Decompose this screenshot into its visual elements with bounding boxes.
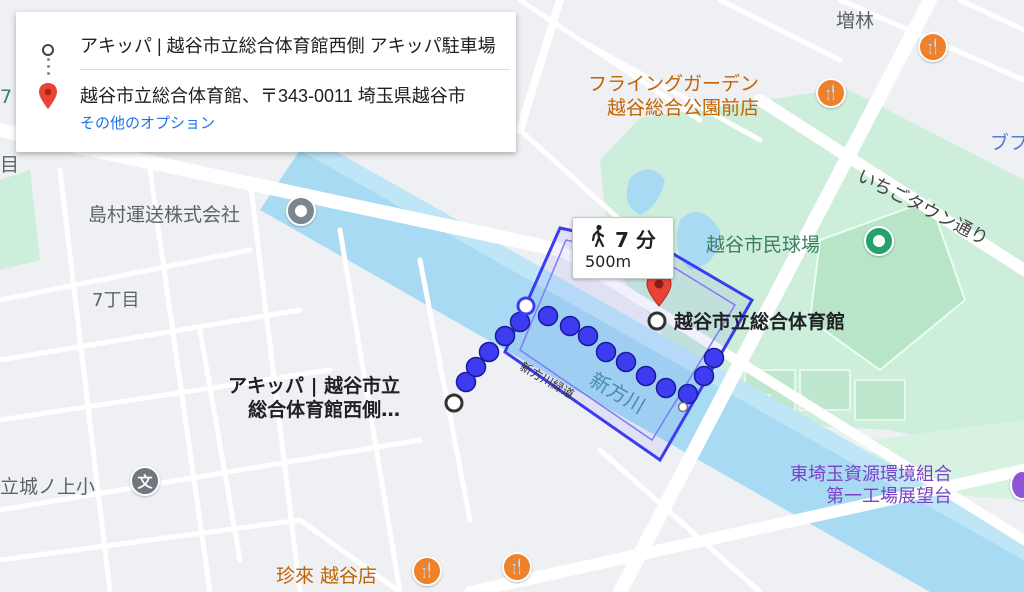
destination-pin-icon xyxy=(39,83,57,109)
route-dot xyxy=(703,347,725,369)
restaurant-icon-chinrai[interactable]: 🍴 xyxy=(412,556,442,586)
separator-dot xyxy=(47,58,50,61)
route-waypoint xyxy=(677,401,689,413)
route-dot xyxy=(693,365,715,387)
more-options-link[interactable]: その他のオプション xyxy=(80,112,215,133)
route-dot xyxy=(559,315,581,337)
area-label-masubayashi: 増林 xyxy=(836,10,875,32)
poi-flying-garden-line2: 越谷総合公園前店 xyxy=(607,97,760,119)
separator-dot xyxy=(47,65,50,68)
destination-marker-label[interactable]: 越谷市立総合体育館 xyxy=(674,307,845,334)
poi-school[interactable]: 立城ノ上小 xyxy=(0,472,95,499)
poi-chinrai[interactable]: 珍來 越谷店 xyxy=(276,564,377,588)
route-distance: 500m xyxy=(585,252,632,271)
origin-field[interactable]: アキッパ | 越谷市立総合体育館西側 アキッパ駐車場 xyxy=(80,32,500,60)
area-label-7chome: 7丁目 xyxy=(92,290,140,311)
school-pin-icon[interactable]: 文 xyxy=(130,466,160,496)
directions-card: アキッパ | 越谷市立総合体育館西側 アキッパ駐車場 越谷市立総合体育館、〒34… xyxy=(16,12,516,152)
destination-row[interactable]: 越谷市立総合体育館、〒343-0011 埼玉県越谷市 xyxy=(16,82,516,112)
route-dot xyxy=(537,305,559,327)
route-dot xyxy=(494,325,516,347)
park-area-small xyxy=(0,170,40,270)
route-dot xyxy=(655,377,677,399)
separator-dot xyxy=(47,72,50,75)
poi-shimamura[interactable]: 島村運送株式会社 xyxy=(88,200,240,227)
edge-label-blue: ブフ xyxy=(990,132,1024,154)
route-dot xyxy=(478,341,500,363)
stadium-pin-icon[interactable] xyxy=(864,226,894,256)
restaurant-icon[interactable]: 🍴 xyxy=(918,32,948,62)
origin-label-line2: 総合体育館西側… xyxy=(248,399,401,421)
route-duration-callout[interactable]: 7 分 500m xyxy=(572,217,674,279)
origin-marker-label[interactable]: アキッパ | 越谷市立 総合体育館西側… xyxy=(228,374,400,422)
destination-ring-icon[interactable] xyxy=(646,310,668,332)
business-pin-icon[interactable] xyxy=(286,196,316,226)
origin-label-line1: アキッパ | 越谷市立 xyxy=(228,375,401,397)
poi-higashi-saitama-line2: 第一工場展望台 xyxy=(826,486,952,507)
edge-label-me: 目 xyxy=(0,154,20,176)
origin-dot-icon xyxy=(42,44,54,56)
origin-ring-icon[interactable] xyxy=(443,392,465,414)
route-dot xyxy=(465,356,487,378)
poi-baseball-stadium[interactable]: 越谷市民球場 xyxy=(706,230,820,257)
restaurant-icon-flying-garden[interactable]: 🍴 xyxy=(816,78,846,108)
poi-flying-garden[interactable]: フライングガーデン 越谷総合公園前店 xyxy=(588,72,759,120)
edge-label-seven: 7 xyxy=(0,86,13,108)
route-duration: 7 分 xyxy=(615,228,656,252)
poi-higashi-saitama[interactable]: 東埼玉資源環境組合 第一工場展望台 xyxy=(790,464,952,508)
destination-field[interactable]: 越谷市立総合体育館、〒343-0011 埼玉県越谷市 xyxy=(80,82,500,110)
route-dot xyxy=(615,351,637,373)
poi-higashi-saitama-line1: 東埼玉資源環境組合 xyxy=(790,464,952,485)
restaurant-icon-2[interactable]: 🍴 xyxy=(502,552,532,582)
route-dot xyxy=(577,325,599,347)
route-dot xyxy=(677,383,699,405)
card-divider xyxy=(80,69,510,70)
poi-flying-garden-line1: フライングガーデン xyxy=(588,73,760,95)
route-dot xyxy=(595,341,617,363)
origin-row[interactable]: アキッパ | 越谷市立総合体育館西側 アキッパ駐車場 xyxy=(16,36,516,66)
route-turn-dot xyxy=(516,296,536,316)
route-dot xyxy=(635,365,657,387)
walking-person-icon xyxy=(591,224,605,248)
